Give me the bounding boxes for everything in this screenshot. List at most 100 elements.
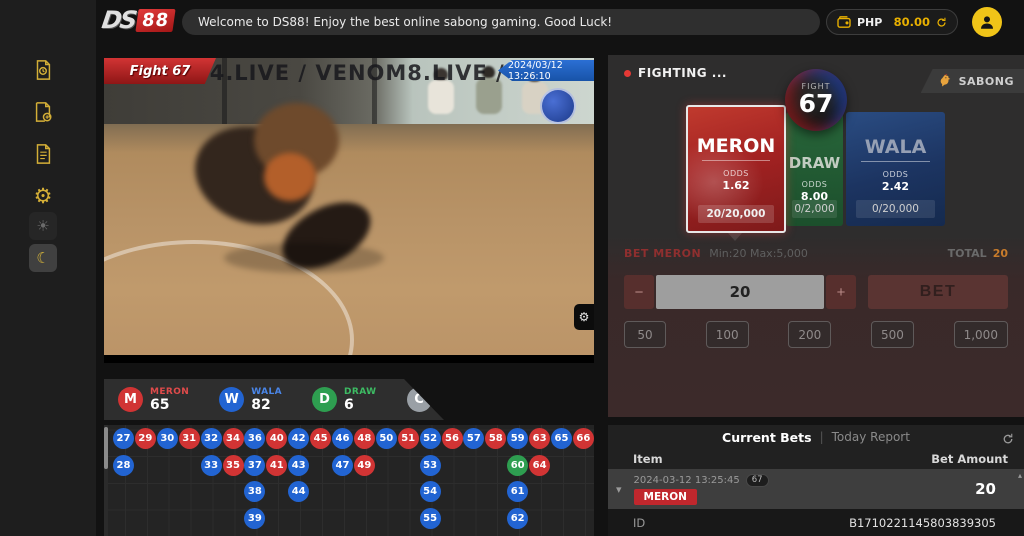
timestamp-text: 2024/03/12 13:26:10	[508, 60, 594, 82]
history-result-28: 28	[113, 455, 134, 476]
history-result-58: 58	[485, 428, 506, 449]
bet-fight-number-badge: 67	[746, 474, 769, 487]
history-result-59: 59	[507, 428, 528, 449]
bet-info-bar: BET MERON Min:20 Max:5,000 TOTAL 20	[624, 247, 1008, 260]
chevron-down-icon[interactable]: ▾	[616, 483, 622, 496]
stat-value: 65	[150, 398, 189, 412]
avatar[interactable]	[972, 7, 1002, 37]
moon-icon: ☾	[36, 249, 49, 267]
gear-icon: ⚙	[579, 310, 590, 324]
fight-number-ribbon: Fight 67	[104, 58, 216, 84]
ds88-logo[interactable]: DS 88	[102, 6, 174, 34]
video-letterbox	[104, 355, 594, 363]
draw-amount: 0/2,000	[792, 200, 838, 218]
history-result-60: 60	[507, 455, 528, 476]
meron-odds-value: 1.62	[722, 179, 749, 192]
history-result-38: 38	[244, 481, 265, 502]
welcome-text: Welcome to DS88! Enjoy the best online s…	[198, 15, 612, 29]
status-text: FIGHTING ...	[638, 66, 727, 80]
quick-amount-100[interactable]: 100	[706, 321, 749, 348]
stat-label: DRAW	[344, 387, 377, 397]
sidebar-item-settings[interactable]: ⚙	[29, 182, 57, 210]
history-result-66: 66	[573, 428, 594, 449]
amount-decrease-button[interactable]: −	[624, 275, 654, 309]
theme-light-button[interactable]: ☀	[29, 212, 57, 240]
sidebar: ⚙ ☀ ☾	[0, 0, 96, 536]
bet-side-badge: MERON	[634, 489, 697, 505]
history-scrollbar[interactable]	[104, 425, 108, 536]
theme-dark-button[interactable]: ☾	[29, 244, 57, 272]
bet-card-wala[interactable]: WALA ODDS 2.42 0/20,000	[846, 112, 945, 226]
refresh-icon	[1002, 433, 1014, 445]
stat-label: MERON	[150, 387, 189, 397]
bet-button[interactable]: BET	[868, 275, 1008, 309]
logo-88-text: 88	[136, 9, 176, 32]
refresh-icon[interactable]	[936, 13, 947, 32]
tab-sabong[interactable]: SABONG	[921, 69, 1024, 93]
spectator	[428, 80, 454, 114]
stat-label: CANCEL	[439, 387, 481, 397]
history-result-49: 49	[354, 455, 375, 476]
user-icon	[978, 13, 996, 31]
quick-amount-200[interactable]: 200	[788, 321, 831, 348]
stat-value: 82	[251, 398, 282, 412]
stat-item-meron: MMERON65	[118, 387, 189, 412]
quick-amount-1000[interactable]: 1,000	[954, 321, 1008, 348]
meron-odds-label: ODDS	[723, 169, 749, 178]
currency-label: PHP	[857, 16, 882, 29]
tab-today-report[interactable]: Today Report	[832, 430, 910, 444]
video-settings-button[interactable]: ⚙	[574, 304, 594, 330]
history-result-47: 47	[332, 455, 353, 476]
rooster-shadow	[224, 243, 384, 273]
timestamp-ribbon: 2024/03/12 13:26:10	[498, 60, 594, 81]
history-result-50: 50	[376, 428, 397, 449]
history-result-40: 40	[266, 428, 287, 449]
bet-id-row: ID B1710221145803839305	[608, 509, 1024, 536]
live-dot-icon	[624, 70, 631, 77]
sidebar-item-transactions[interactable]	[29, 98, 57, 126]
stats-bar: MMERON65WWALA82DDRAW6CCANCEL4	[104, 379, 444, 420]
tab-current-bets[interactable]: Current Bets	[722, 430, 812, 445]
tab-divider: |	[820, 430, 824, 444]
bet-card-meron[interactable]: MERON ODDS 1.62 20/20,000	[686, 105, 786, 233]
bet-id-value: B1710221145803839305	[849, 516, 996, 530]
stat-label: WALA	[251, 387, 282, 397]
wallet-balance[interactable]: PHP 80.00	[826, 9, 958, 35]
history-result-51: 51	[398, 428, 419, 449]
sidebar-item-bet-history[interactable]	[29, 56, 57, 84]
bet-id-label: ID	[633, 516, 645, 530]
wala-title: WALA	[865, 136, 927, 158]
history-scrollbar-thumb[interactable]	[104, 427, 108, 469]
bet-row[interactable]: ▾ 2024-03-12 13:25:45 67 MERON 20	[608, 469, 1024, 509]
topbar: DS 88 Welcome to DS88! Enjoy the best on…	[96, 0, 1024, 44]
balance-value: 80.00	[894, 15, 930, 29]
quick-amounts: 50 100 200 500 1,000	[624, 321, 1008, 348]
history-result-30: 30	[157, 428, 178, 449]
bet-side-label: BET MERON	[624, 247, 701, 260]
history-result-41: 41	[266, 455, 287, 476]
history-result-61: 61	[507, 481, 528, 502]
bets-refresh-button[interactable]	[1002, 430, 1014, 449]
rooster-icon	[939, 74, 954, 89]
draw-title: DRAW	[789, 154, 840, 172]
bet-amount-input[interactable]	[656, 275, 824, 309]
history-result-27: 27	[113, 428, 134, 449]
history-result-31: 31	[179, 428, 200, 449]
quick-amount-50[interactable]: 50	[624, 321, 666, 348]
history-result-33: 33	[201, 455, 222, 476]
logo-ds-text: DS	[100, 6, 137, 34]
total-label: TOTAL	[948, 247, 987, 260]
history-result-63: 63	[529, 428, 550, 449]
sidebar-item-rules[interactable]	[29, 140, 57, 168]
wallet-icon	[837, 13, 851, 32]
draw-odds-label: ODDS	[802, 180, 828, 189]
scroll-up-icon[interactable]: ▴	[1018, 471, 1022, 480]
video-player[interactable]: UCOP4.LIVE / VENOM8.LIVE / RISKISAN Figh…	[104, 58, 594, 363]
history-result-64: 64	[529, 455, 550, 476]
quick-amount-500[interactable]: 500	[871, 321, 914, 348]
amount-increase-button[interactable]: +	[826, 275, 856, 309]
bet-history-icon	[32, 59, 54, 81]
history-result-44: 44	[288, 481, 309, 502]
rooster-blob	[264, 153, 316, 201]
history-result-37: 37	[244, 455, 265, 476]
